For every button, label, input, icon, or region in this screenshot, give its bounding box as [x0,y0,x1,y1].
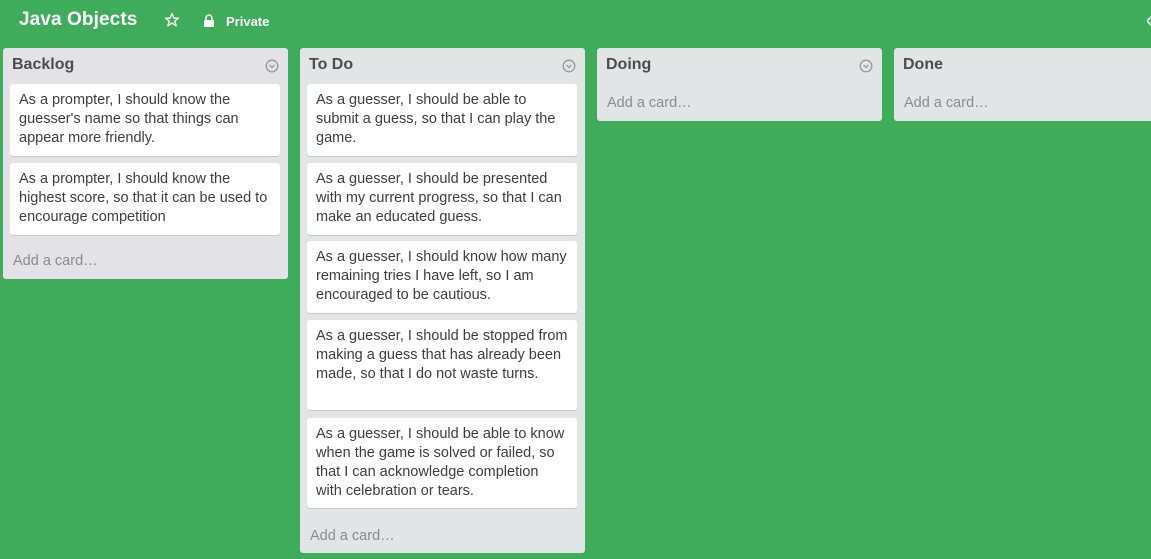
add-card-link[interactable]: Add a card… [310,528,395,544]
card[interactable]: As a guesser, I should know how many rem… [307,241,577,313]
add-card-link[interactable]: Add a card… [607,95,692,111]
list-title[interactable]: Done [903,56,943,74]
privacy-button[interactable]: Private [226,14,269,29]
list-title[interactable]: Doing [606,56,651,74]
list-menu-icon[interactable] [265,59,279,73]
board-title[interactable]: Java Objects [19,9,137,31]
list-doing: Doing Add a card… [597,48,882,121]
card[interactable]: As a guesser, I should be stopped from m… [307,320,577,410]
list-menu-icon[interactable] [859,59,873,73]
add-card-link[interactable]: Add a card… [13,253,98,269]
list-backlog: Backlog As a prompter, I should know the… [3,48,288,279]
list-done: Done Add a card… [894,48,1151,121]
card[interactable]: As a prompter, I should know the highest… [10,163,280,235]
card[interactable]: As a guesser, I should be presented with… [307,163,577,235]
board-header: Java Objects Private [0,0,1151,44]
star-icon[interactable] [164,12,180,28]
list-todo: To Do As a guesser, I should be able to … [300,48,585,553]
list-menu-icon[interactable] [562,59,576,73]
lock-icon [203,14,215,27]
add-card-link[interactable]: Add a card… [904,95,989,111]
list-title[interactable]: To Do [309,56,353,74]
card[interactable]: As a prompter, I should know the guesser… [10,84,280,156]
sidebar-arrow-icon[interactable] [1145,14,1151,28]
card[interactable]: As a guesser, I should be able to know w… [307,418,577,508]
list-title[interactable]: Backlog [12,56,74,74]
card[interactable]: As a guesser, I should be able to submit… [307,84,577,156]
